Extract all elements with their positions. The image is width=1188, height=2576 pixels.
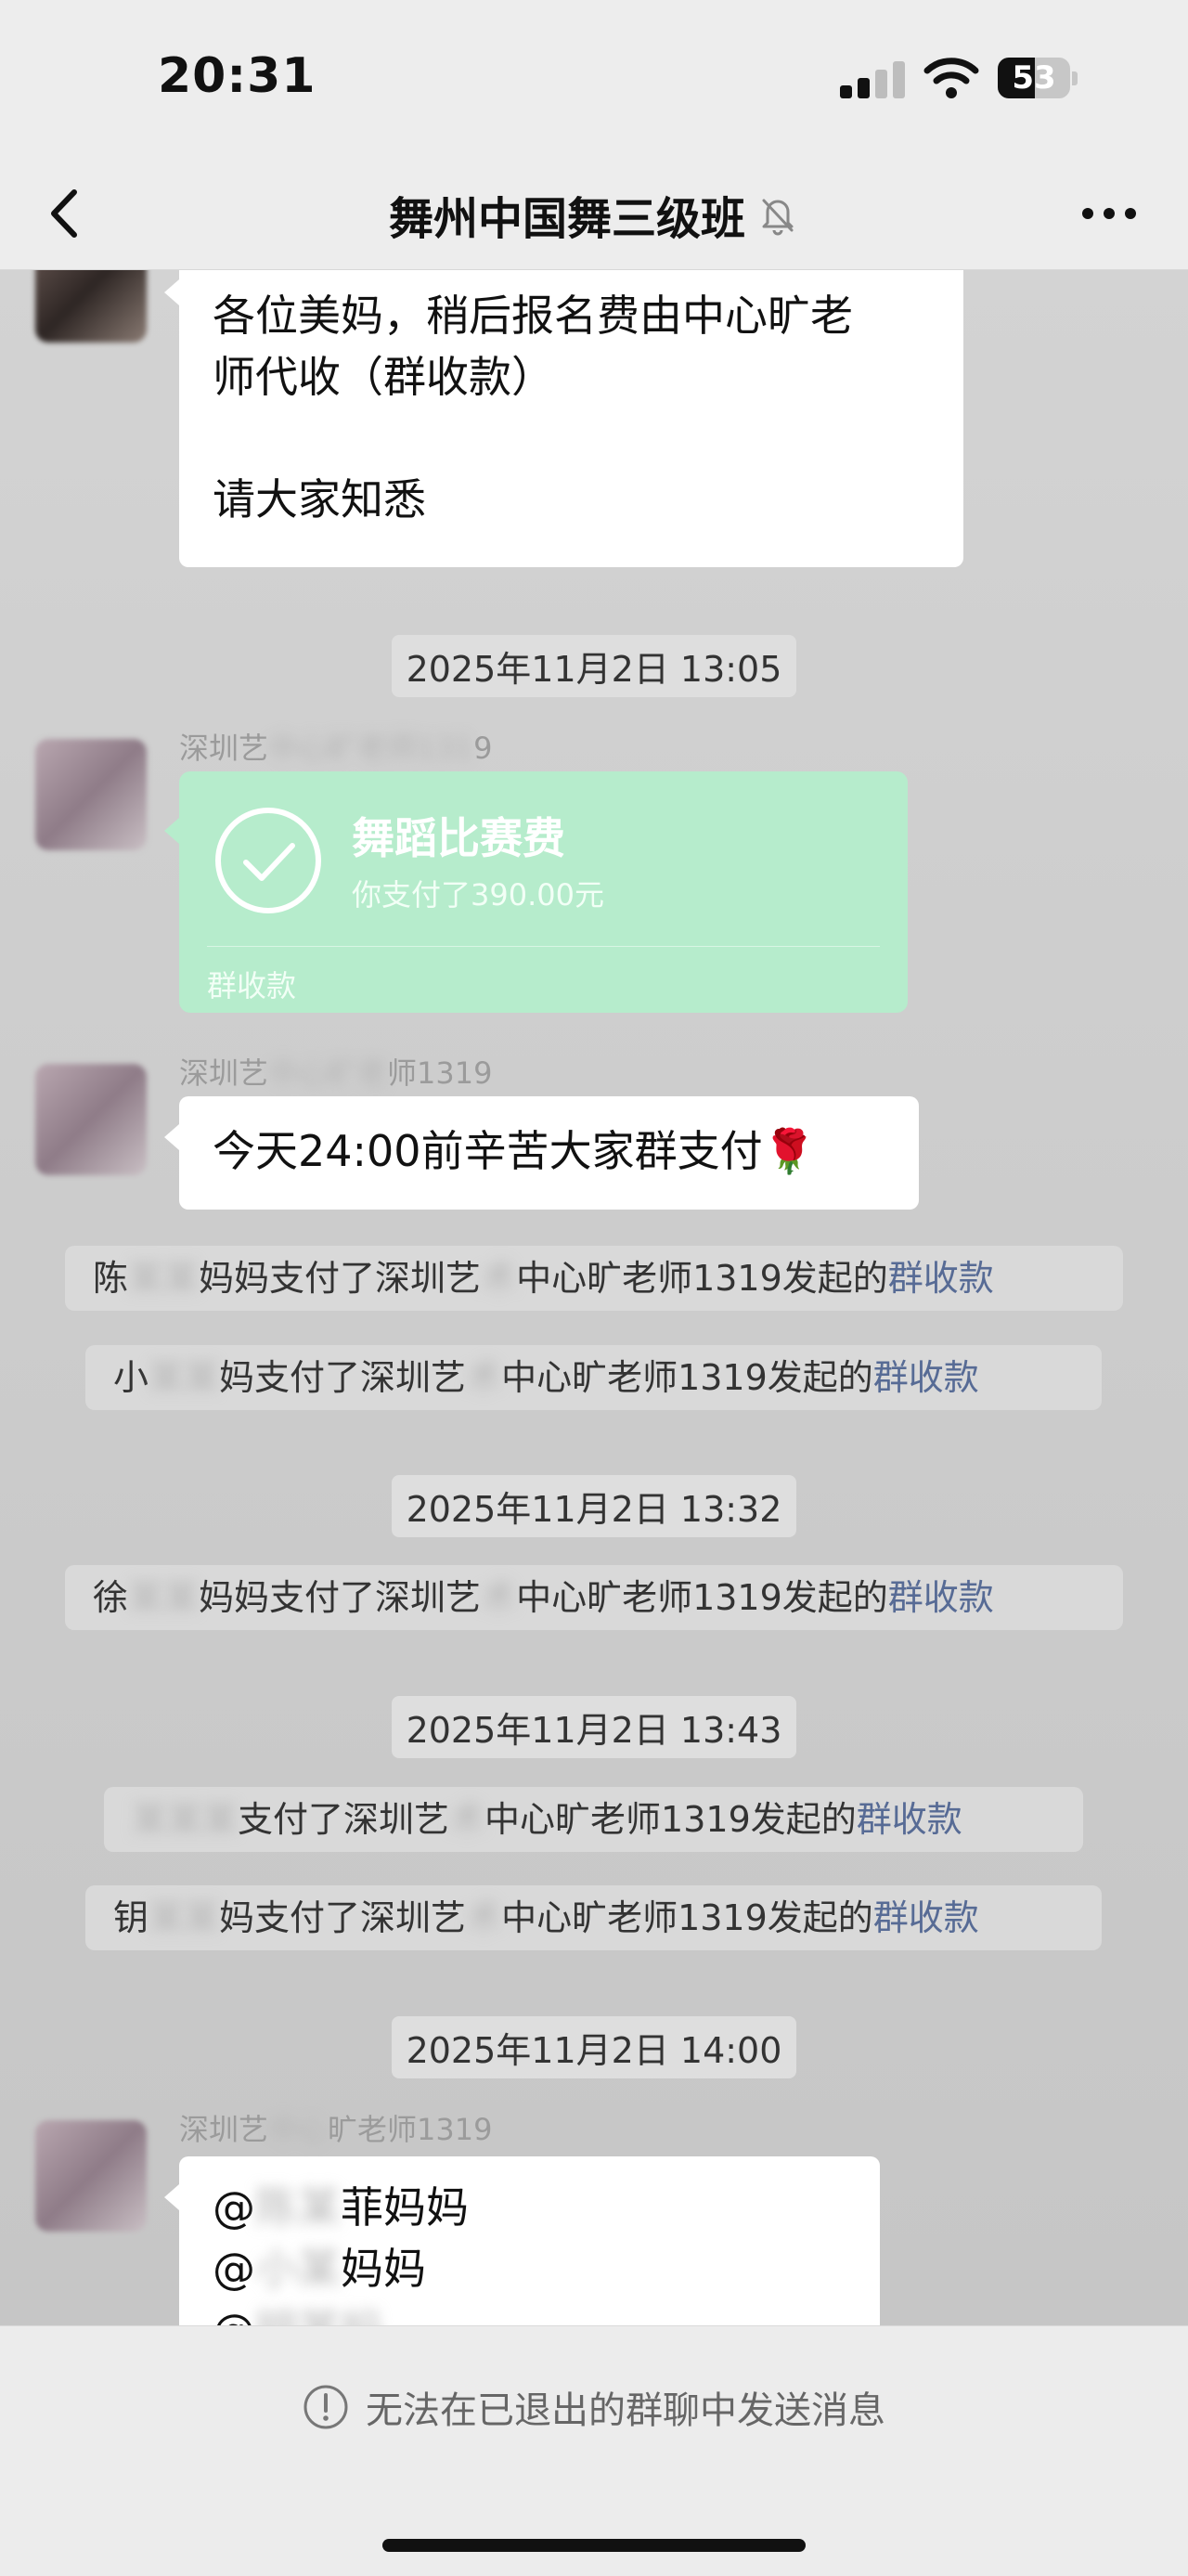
message-bubble[interactable]: 各位美妈，稍后报名费由中心旷老 师代收（群收款） 请大家知悉: [164, 270, 963, 567]
sender-name: 深圳艺中心旷老师1319: [179, 731, 493, 766]
chat-title-area: 舞州中国舞三级班: [0, 182, 1188, 247]
timestamp: 2025年11月2日 13:32: [0, 1475, 1188, 1537]
timestamp: 2025年11月2日 13:05: [0, 635, 1188, 697]
message-text: 今天24:00前辛苦大家群支付: [213, 1126, 763, 1176]
group-payment-link[interactable]: 群收款: [873, 1357, 979, 1398]
message-text: @小某妈妈: [213, 2244, 426, 2294]
divider: [207, 946, 880, 947]
footer-message: 无法在已退出的群聊中发送消息: [366, 2389, 885, 2432]
home-indicator[interactable]: [382, 2539, 806, 2552]
system-notice: 陈某某妈妈支付了深圳艺术中心旷老师1319发起的群收款: [65, 1246, 1123, 1311]
payment-title: 舞蹈比赛费: [352, 813, 565, 863]
message-text: @钥某妈: [213, 2299, 846, 2325]
battery-icon: 53: [998, 58, 1081, 100]
message-text: 师代收（群收款）: [213, 352, 554, 402]
avatar[interactable]: [35, 2120, 147, 2232]
group-payment-card[interactable]: 舞蹈比赛费 你支付了390.00元 群收款: [164, 771, 908, 1013]
chat-header: 舞州中国舞三级班: [0, 158, 1188, 270]
info-circle-icon: [303, 2385, 348, 2429]
message-text: 各位美妈，稍后报名费由中心旷老: [213, 291, 853, 341]
message-text: 请大家知悉: [213, 474, 426, 524]
group-payment-link[interactable]: 群收款: [873, 1897, 979, 1938]
message-bubble[interactable]: @陈某菲妈妈 @小某妈妈 @钥某妈: [164, 2156, 880, 2325]
payment-amount: 你支付了390.00元: [352, 877, 604, 913]
timestamp: 2025年11月2日 13:43: [0, 1696, 1188, 1758]
sender-name: 深圳艺中心旷老师1319: [179, 1055, 493, 1091]
message-bubble[interactable]: 今天24:00前辛苦大家群支付🌹: [164, 1096, 919, 1210]
chat-title: 舞州中国舞三级班: [388, 193, 745, 245]
battery-level: 53: [1012, 59, 1056, 97]
avatar[interactable]: [35, 270, 147, 343]
avatar[interactable]: [35, 739, 147, 850]
status-time: 20:31: [158, 48, 316, 104]
bell-slash-icon: [762, 199, 794, 236]
group-payment-link[interactable]: 群收款: [888, 1258, 994, 1299]
payment-label: 群收款: [207, 968, 297, 1003]
system-notice: 钥某某妈支付了深圳艺术中心旷老师1319发起的群收款: [85, 1885, 1102, 1950]
avatar[interactable]: [35, 1064, 147, 1175]
sender-name: 深圳艺中心旷老师1319: [179, 2112, 493, 2147]
cellular-signal-icon: [840, 59, 905, 98]
system-notice: 小某某妈支付了深圳艺术中心旷老师1319发起的群收款: [85, 1345, 1102, 1410]
check-circle-icon: [215, 808, 321, 913]
status-bar: 20:31 53: [0, 0, 1188, 158]
system-notice: 徐某某妈妈支付了深圳艺术中心旷老师1319发起的群收款: [65, 1565, 1123, 1630]
group-payment-link[interactable]: 群收款: [857, 1799, 962, 1840]
ellipsis-icon[interactable]: [1077, 186, 1142, 241]
message-text: @陈某菲妈妈: [213, 2182, 469, 2233]
group-payment-link[interactable]: 群收款: [888, 1577, 994, 1618]
system-notice: 某某某支付了深圳艺术中心旷老师1319发起的群收款: [104, 1787, 1083, 1852]
chat-message-list[interactable]: 各位美妈，稍后报名费由中心旷老 师代收（群收款） 请大家知悉 2025年11月2…: [0, 270, 1188, 2325]
rose-emoji: 🌹: [762, 1126, 816, 1176]
timestamp: 2025年11月2日 14:00: [0, 2016, 1188, 2078]
wifi-icon: [923, 58, 979, 98]
